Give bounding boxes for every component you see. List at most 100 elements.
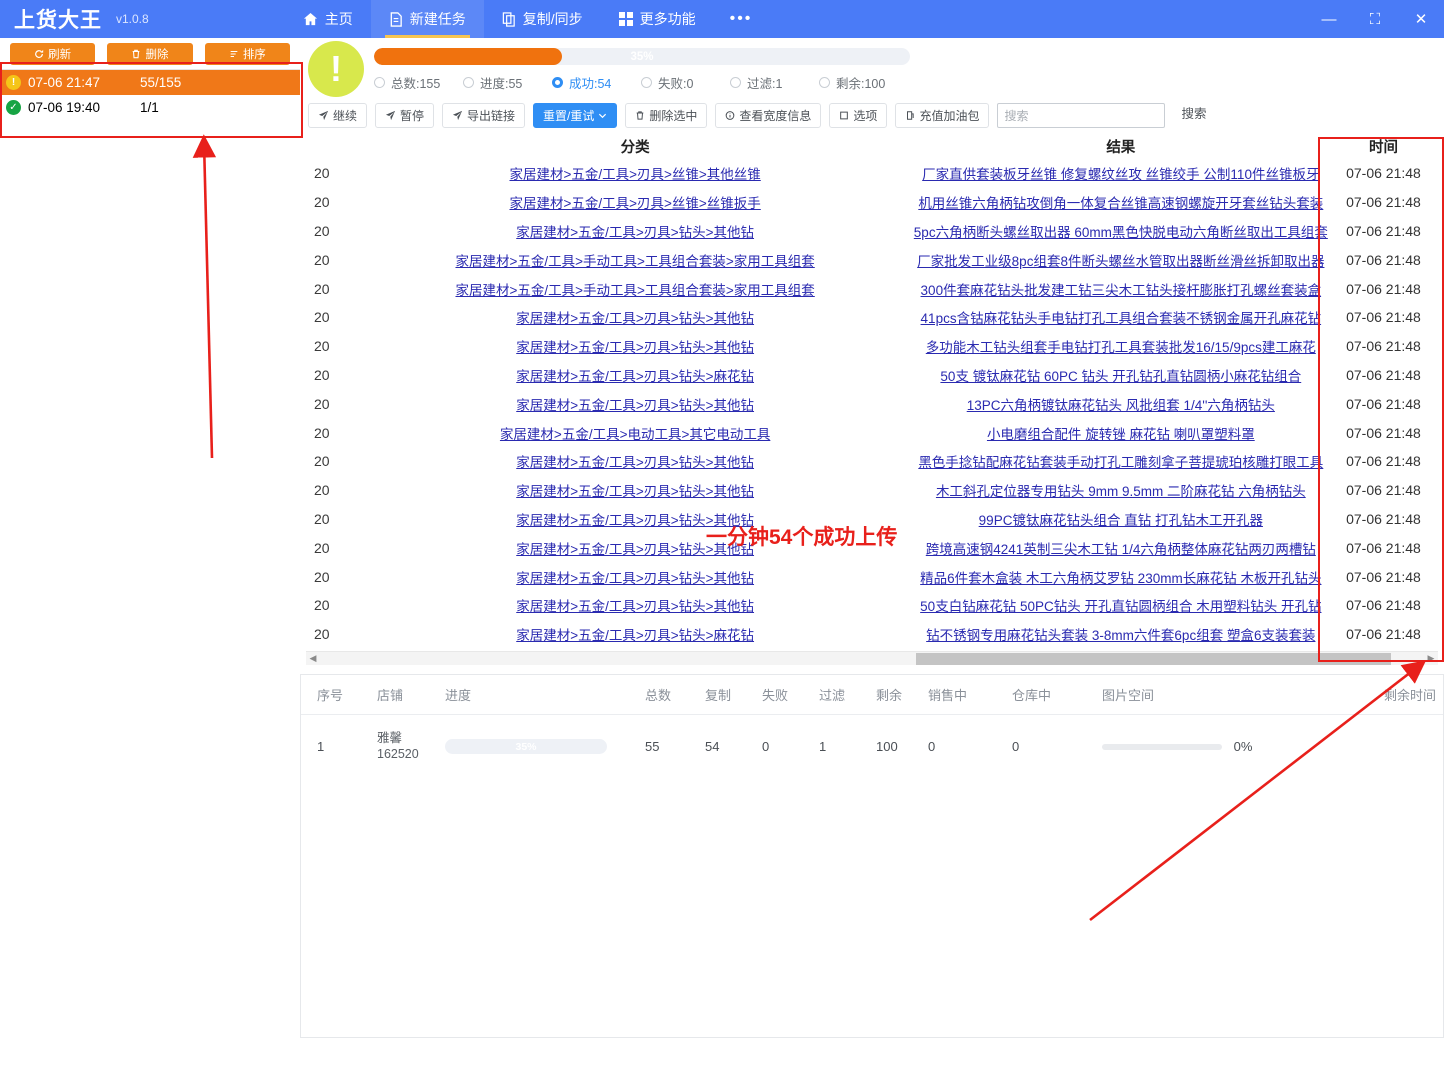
column-header[interactable]: 复制: [701, 685, 758, 704]
stat-remain[interactable]: 剩余:100: [819, 73, 908, 92]
result-link[interactable]: 13PC六角柄镀钛麻花钻头 风批组套 1/4''六角柄钻头: [967, 398, 1275, 413]
category-link[interactable]: 家居建材>五金/工具>刃具>钻头>麻花钻: [516, 628, 754, 643]
table-row[interactable]: 20 家居建材>五金/工具>刃具>丝锥>丝锥扳手 机用丝锥六角柄钻攻倒角一体复合丝锥…: [306, 188, 1438, 217]
column-header[interactable]: 剩余时间: [1348, 685, 1444, 704]
recharge-fuel-pack-button[interactable]: 充值加油包: [895, 103, 990, 128]
task-list-item[interactable]: ! 07-06 21:47 55/155: [0, 70, 300, 95]
category-link[interactable]: 家居建材>五金/工具>刃具>钻头>其他钻: [516, 225, 754, 240]
result-link[interactable]: 41pcs含钴麻花钻头手电钻打孔工具组合套装不锈钢金属开孔麻花钻: [921, 311, 1322, 326]
table-row[interactable]: 20 家居建材>五金/工具>刃具>钻头>其他钻 41pcs含钴麻花钻头手电钻打孔工具…: [306, 303, 1438, 332]
table-row[interactable]: 20 家居建材>五金/工具>刃具>钻头>其他钻 跨境高速钢4241英制三尖木工钻 1…: [306, 533, 1438, 562]
scroll-track[interactable]: [320, 652, 1424, 665]
scroll-thumb[interactable]: [916, 652, 1391, 665]
stat-filter[interactable]: 过滤:1: [730, 73, 819, 92]
category-link[interactable]: 家居建材>五金/工具>刃具>钻头>其他钻: [516, 513, 754, 528]
stat-fail[interactable]: 失败:0: [641, 73, 730, 92]
nav-item-copy-sync[interactable]: 复制/同步: [484, 0, 601, 38]
category-link[interactable]: 家居建材>五金/工具>刃具>钻头>其他钻: [516, 340, 754, 355]
table-row[interactable]: 20 家居建材>五金/工具>刃具>丝锥>其他丝锥 厂家直供套装板牙丝锥 修复螺纹丝攻…: [306, 159, 1438, 188]
table-row[interactable]: 20 家居建材>五金/工具>刃具>钻头>其他钻 黑色手捻钻配麻花钻套装手动打孔工雕刻…: [306, 447, 1438, 476]
column-header[interactable]: 进度: [441, 685, 641, 704]
result-link[interactable]: 厂家批发工业级8pc组套8件断头螺丝水管取出器断丝滑丝拆卸取出器: [917, 254, 1324, 269]
category-link[interactable]: 家居建材>五金/工具>刃具>钻头>其他钻: [516, 311, 754, 326]
result-link[interactable]: 300件套麻花钻头批发建工钻三尖木工钻头接杆膨胀打孔螺丝套装盒: [921, 283, 1322, 298]
result-link[interactable]: 50支 镀钛麻花钻 60PC 钻头 开孔钻孔直钻圆柄小麻花钻组合: [940, 369, 1301, 384]
scroll-left-arrow-icon[interactable]: ◀: [306, 653, 320, 664]
category-link[interactable]: 家居建材>五金/工具>手动工具>工具组合套装>家用工具组套: [455, 254, 814, 269]
table-row[interactable]: 20 家居建材>五金/工具>手动工具>工具组合套装>家用工具组套 300件套麻花钻头…: [306, 274, 1438, 303]
sort-button[interactable]: 排序: [204, 43, 290, 65]
result-link[interactable]: 多功能木工钻头组套手电钻打孔工具套装批发16/15/9pcs建工麻花: [926, 340, 1316, 355]
result-link[interactable]: 5pc六角柄断头螺丝取出器 60mm黑色快脱电动六角断丝取出工具组套: [914, 225, 1328, 240]
header-result[interactable]: 结果: [913, 136, 1329, 157]
column-header[interactable]: 序号: [301, 685, 373, 704]
header-category[interactable]: 分类: [358, 136, 913, 157]
column-header[interactable]: 店铺: [373, 685, 441, 704]
result-link[interactable]: 黑色手捻钻配麻花钻套装手动打孔工雕刻拿子菩提琥珀核雕打眼工具: [918, 455, 1323, 470]
column-header[interactable]: 过滤: [815, 685, 872, 704]
continue-button[interactable]: 继续: [308, 103, 368, 128]
result-link[interactable]: 精品6件套木盒装 木工六角柄艾罗钻 230mm长麻花钻 木板开孔钻头: [920, 571, 1321, 586]
table-row[interactable]: 20 家居建材>五金/工具>刃具>钻头>其他钻 5pc六角柄断头螺丝取出器 60mm…: [306, 217, 1438, 246]
delete-button[interactable]: 删除: [107, 43, 193, 65]
result-link[interactable]: 木工斜孔定位器专用钻头 9mm 9.5mm 二阶麻花钻 六角柄钻头: [936, 484, 1306, 499]
horizontal-scrollbar[interactable]: ◀ ▶: [306, 651, 1438, 665]
table-row[interactable]: 20 家居建材>五金/工具>刃具>钻头>麻花钻 钻不锈钢专用麻花钻头套装 3-8mm…: [306, 620, 1438, 649]
reset-retry-button[interactable]: 重置/重试: [533, 103, 618, 128]
category-link[interactable]: 家居建材>五金/工具>刃具>丝锥>丝锥扳手: [509, 196, 760, 211]
table-row[interactable]: 20 家居建材>五金/工具>刃具>钻头>其他钻 多功能木工钻头组套手电钻打孔工具套装…: [306, 332, 1438, 361]
column-header[interactable]: 失败: [758, 685, 815, 704]
column-header[interactable]: 总数: [641, 685, 701, 704]
category-link[interactable]: 家居建材>五金/工具>刃具>丝锥>其他丝锥: [509, 167, 760, 182]
options-button[interactable]: 选项: [829, 103, 888, 128]
table-row[interactable]: 20 家居建材>五金/工具>手动工具>工具组合套装>家用工具组套 厂家批发工业级8p…: [306, 245, 1438, 274]
category-link[interactable]: 家居建材>五金/工具>刃具>钻头>其他钻: [516, 398, 754, 413]
category-link[interactable]: 家居建材>五金/工具>刃具>钻头>其他钻: [516, 571, 754, 586]
pause-button[interactable]: 暂停: [375, 103, 435, 128]
column-header[interactable]: 销售中: [924, 685, 1008, 704]
result-link[interactable]: 跨境高速钢4241英制三尖木工钻 1/4六角柄整体麻花钻两刃两槽钻: [926, 542, 1316, 557]
result-link[interactable]: 钻不锈钢专用麻花钻头套装 3-8mm六件套6pc组套 塑盒6支装套装: [926, 628, 1315, 643]
search-input[interactable]: [997, 103, 1166, 128]
category-link[interactable]: 家居建材>五金/工具>刃具>钻头>其他钻: [516, 484, 754, 499]
column-header[interactable]: 图片空间: [1098, 685, 1348, 704]
refresh-button[interactable]: 刷新: [10, 43, 96, 65]
category-link[interactable]: 家居建材>五金/工具>手动工具>工具组合套装>家用工具组套: [455, 283, 814, 298]
table-row[interactable]: 20 家居建材>五金/工具>刃具>钻头>其他钻 99PC镀钛麻花钻头组合 直钻 打孔…: [306, 505, 1438, 534]
category-link[interactable]: 家居建材>五金/工具>刃具>钻头>其他钻: [516, 599, 754, 614]
table-row[interactable]: 20 家居建材>五金/工具>刃具>钻头>其他钻 13PC六角柄镀钛麻花钻头 风批组套…: [306, 389, 1438, 418]
delete-selected-button[interactable]: 删除选中: [625, 103, 708, 128]
stat-success[interactable]: 成功:54: [552, 73, 641, 92]
result-link[interactable]: 机用丝锥六角柄钻攻倒角一体复合丝锥高速钢螺旋开牙套丝钻头套装: [918, 196, 1323, 211]
table-row[interactable]: 20 家居建材>五金/工具>刃具>钻头>麻花钻 50支 镀钛麻花钻 60PC 钻头 …: [306, 361, 1438, 390]
close-icon[interactable]: ✕: [1398, 0, 1444, 38]
table-row[interactable]: 20 家居建材>五金/工具>电动工具>其它电动工具 小电磨组合配件 旋转锉 麻花钻 …: [306, 418, 1438, 447]
category-link[interactable]: 家居建材>五金/工具>电动工具>其它电动工具: [500, 427, 770, 442]
maximize-icon[interactable]: ⛶: [1352, 0, 1398, 38]
category-link[interactable]: 家居建材>五金/工具>刃具>钻头>其他钻: [516, 542, 754, 557]
shop-summary-row[interactable]: 1 雅馨 162520 35% 55 54 0 1 100 0 0 0%: [301, 715, 1443, 777]
nav-overflow-button[interactable]: •••: [714, 10, 769, 28]
nav-item-home[interactable]: 主页: [285, 0, 371, 38]
task-list-item[interactable]: ✓ 07-06 19:40 1/1: [0, 95, 300, 120]
nav-item-more-features[interactable]: 更多功能: [601, 0, 714, 38]
search-button[interactable]: 搜索: [1171, 103, 1216, 128]
result-link[interactable]: 小电磨组合配件 旋转锉 麻花钻 喇叭罩塑料罩: [987, 427, 1255, 442]
header-time[interactable]: 时间: [1329, 136, 1438, 157]
table-row[interactable]: 20 家居建材>五金/工具>刃具>钻头>其他钻 精品6件套木盒装 木工六角柄艾罗钻 …: [306, 562, 1438, 591]
column-header[interactable]: 仓库中: [1008, 685, 1098, 704]
result-link[interactable]: 99PC镀钛麻花钻头组合 直钻 打孔钻木工开孔器: [979, 513, 1263, 528]
result-link[interactable]: 厂家直供套装板牙丝锥 修复螺纹丝攻 丝锥绞手 公制110件丝锥板牙: [922, 167, 1319, 182]
table-row[interactable]: 20 家居建材>五金/工具>刃具>钻头>其他钻 木工斜孔定位器专用钻头 9mm 9.…: [306, 476, 1438, 505]
column-header[interactable]: 剩余: [872, 685, 924, 704]
category-link[interactable]: 家居建材>五金/工具>刃具>钻头>其他钻: [516, 455, 754, 470]
category-link[interactable]: 家居建材>五金/工具>刃具>钻头>麻花钻: [516, 369, 754, 384]
view-width-info-button[interactable]: 查看宽度信息: [715, 103, 822, 128]
stat-progress[interactable]: 进度:55: [463, 73, 552, 92]
nav-item-new-task[interactable]: 新建任务: [370, 0, 484, 38]
table-row[interactable]: 20 家居建材>五金/工具>刃具>钻头>其他钻 50支白钻麻花钻 50PC钻头 开孔…: [306, 591, 1438, 620]
export-links-button[interactable]: 导出链接: [442, 103, 526, 128]
stat-total[interactable]: 总数:155: [374, 73, 463, 92]
minimize-icon[interactable]: —: [1306, 0, 1352, 38]
result-link[interactable]: 50支白钻麻花钻 50PC钻头 开孔直钻圆柄组合 木用塑料钻头 开孔钻: [920, 599, 1321, 614]
